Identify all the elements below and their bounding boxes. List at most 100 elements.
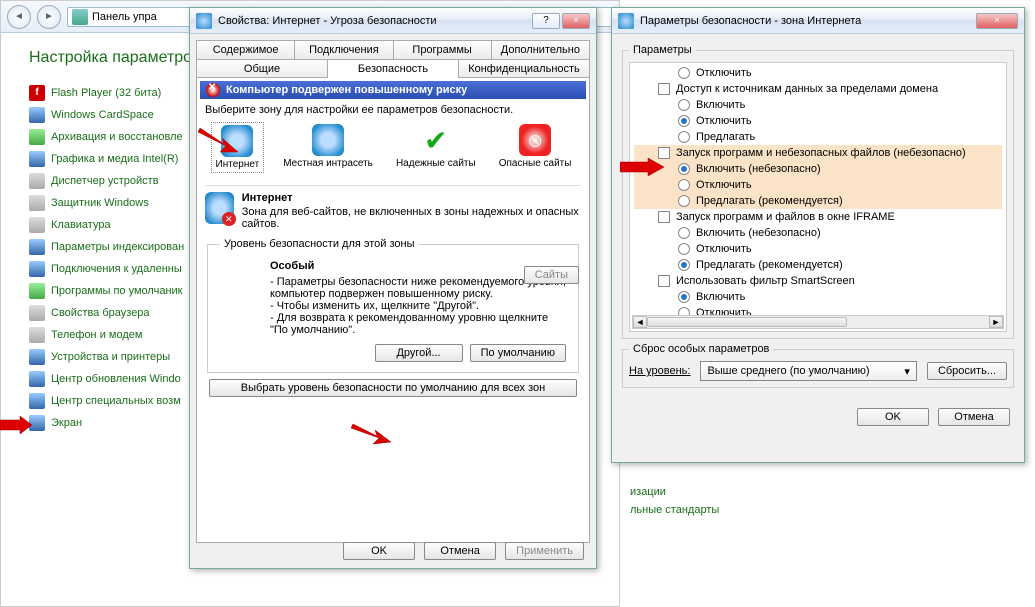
cp-item[interactable]: Подключения к удаленны — [29, 261, 201, 277]
scroll-left-icon[interactable]: ◄ — [633, 316, 647, 328]
zone-icon: ✔ — [420, 124, 452, 156]
risk-warning-bar: Компьютер подвержен повышенному риску — [200, 81, 586, 99]
zone-item[interactable]: ✔Надежные сайты — [392, 122, 480, 173]
setting-option[interactable]: Предлагать (рекомендуется) — [634, 257, 1002, 273]
scroll-thumb[interactable] — [647, 317, 847, 327]
default-level-button[interactable]: По умолчанию — [470, 344, 566, 362]
radio-icon[interactable] — [678, 115, 690, 127]
close-button[interactable]: × — [976, 13, 1018, 29]
reset-button[interactable]: Сбросить... — [927, 362, 1007, 380]
cp-item-icon — [29, 371, 45, 387]
footer-link-1[interactable]: изации — [630, 486, 719, 498]
checkbox-icon[interactable] — [658, 211, 670, 223]
setting-option[interactable]: Отключить — [634, 65, 1002, 81]
cancel-button[interactable]: Отмена — [938, 408, 1010, 426]
help-button[interactable]: ? — [532, 13, 560, 29]
dialog-title: Свойства: Интернет - Угроза безопасности — [218, 15, 532, 27]
radio-icon[interactable] — [678, 243, 690, 255]
radio-icon[interactable] — [678, 291, 690, 303]
setting-label: Отключить — [696, 113, 752, 129]
cp-item-icon — [29, 195, 45, 211]
cp-item-icon — [29, 129, 45, 145]
reset-level-combo[interactable]: Выше среднего (по умолчанию) ▾ — [700, 361, 917, 381]
custom-level-button[interactable]: Другой... — [375, 344, 463, 362]
tab[interactable]: Безопасность — [327, 59, 459, 78]
tab[interactable]: Программы — [393, 40, 492, 59]
cp-item[interactable]: Центр специальных возм — [29, 393, 201, 409]
checkbox-icon[interactable] — [658, 83, 670, 95]
cp-addr-icon — [72, 9, 88, 25]
horizontal-scrollbar[interactable]: ◄ ► — [632, 315, 1004, 329]
tab[interactable]: Дополнительно — [491, 40, 590, 59]
zone-item[interactable]: ⦸Опасные сайты — [495, 122, 576, 173]
tab[interactable]: Содержимое — [196, 40, 295, 59]
inet-icon — [196, 13, 212, 29]
setting-group[interactable]: Запуск программ и небезопасных файлов (н… — [634, 145, 1002, 161]
setting-option[interactable]: Предлагать — [634, 129, 1002, 145]
level-line-3: - Для возврата к рекомендованному уровню… — [270, 312, 566, 336]
tab[interactable]: Конфиденциальность — [458, 59, 590, 78]
radio-icon[interactable] — [678, 259, 690, 271]
cp-item[interactable]: Свойства браузера — [29, 305, 201, 321]
checkbox-icon[interactable] — [658, 147, 670, 159]
setting-option[interactable]: Включить (небезопасно) — [634, 161, 1002, 177]
setting-group[interactable]: Доступ к источникам данных за пределами … — [634, 81, 1002, 97]
radio-icon[interactable] — [678, 195, 690, 207]
cp-item[interactable]: Клавиатура — [29, 217, 201, 233]
cp-item[interactable]: Телефон и модем — [29, 327, 201, 343]
setting-option[interactable]: Отключить — [634, 241, 1002, 257]
radio-icon[interactable] — [678, 131, 690, 143]
radio-icon[interactable] — [678, 179, 690, 191]
cp-item[interactable]: Устройства и принтеры — [29, 349, 201, 365]
cancel-button[interactable]: Отмена — [424, 542, 496, 560]
ok-button[interactable]: OK — [343, 542, 415, 560]
apply-button[interactable]: Применить — [505, 542, 584, 560]
cp-item[interactable]: Защитник Windows — [29, 195, 201, 211]
reset-all-zones-button[interactable]: Выбрать уровень безопасности по умолчани… — [209, 379, 577, 397]
cp-item[interactable]: Windows CardSpace — [29, 107, 201, 123]
cp-item[interactable]: Диспетчер устройств — [29, 173, 201, 189]
setting-group[interactable]: Запуск программ и файлов в окне IFRAME — [634, 209, 1002, 225]
tab-panel-security: Компьютер подвержен повышенному риску Вы… — [196, 77, 590, 543]
dialog-titlebar[interactable]: Свойства: Интернет - Угроза безопасности… — [190, 8, 596, 34]
dialog-titlebar[interactable]: Параметры безопасности - зона Интернета … — [612, 8, 1024, 34]
setting-option[interactable]: Включить (небезопасно) — [634, 225, 1002, 241]
checkbox-icon[interactable] — [658, 275, 670, 287]
settings-tree[interactable]: ОтключитьДоступ к источникам данных за п… — [629, 62, 1007, 332]
setting-label: Отключить — [696, 241, 752, 257]
sites-button: Сайты — [524, 266, 579, 284]
level-name: Особый — [270, 260, 566, 272]
setting-option[interactable]: Отключить — [634, 113, 1002, 129]
radio-icon[interactable] — [678, 227, 690, 239]
close-button[interactable]: × — [562, 13, 590, 29]
radio-icon[interactable] — [678, 163, 690, 175]
setting-group[interactable]: Использовать фильтр SmartScreen — [634, 273, 1002, 289]
cp-item[interactable]: Графика и медиа Intel(R) — [29, 151, 201, 167]
footer-link-2[interactable]: льные стандарты — [630, 504, 719, 516]
zone-item[interactable]: Интернет — [211, 122, 265, 173]
setting-option[interactable]: Отключить — [634, 177, 1002, 193]
setting-option[interactable]: Включить — [634, 289, 1002, 305]
setting-option[interactable]: Включить — [634, 97, 1002, 113]
cp-item[interactable]: Экран — [29, 415, 201, 431]
ok-button[interactable]: OK — [857, 408, 929, 426]
forward-button-icon[interactable]: ► — [37, 5, 61, 29]
radio-icon[interactable] — [678, 67, 690, 79]
cp-item[interactable]: Параметры индексирован — [29, 239, 201, 255]
cp-item-icon — [29, 283, 45, 299]
zone-label: Местная интрасеть — [283, 158, 373, 169]
setting-label: Предлагать — [696, 129, 755, 145]
tab[interactable]: Подключения — [294, 40, 393, 59]
cp-item[interactable]: Центр обновления Windo — [29, 371, 201, 387]
cp-item[interactable]: Программы по умолчаник — [29, 283, 201, 299]
cp-item[interactable]: fFlash Player (32 бита) — [29, 85, 201, 101]
cp-item-label: Windows CardSpace — [51, 109, 154, 121]
radio-icon[interactable] — [678, 99, 690, 111]
tab[interactable]: Общие — [196, 59, 328, 78]
cp-heading: Настройка параметров — [29, 49, 201, 67]
back-button-icon[interactable]: ◄ — [7, 5, 31, 29]
zone-item[interactable]: Местная интрасеть — [279, 122, 377, 173]
setting-option[interactable]: Предлагать (рекомендуется) — [634, 193, 1002, 209]
scroll-right-icon[interactable]: ► — [989, 316, 1003, 328]
cp-item[interactable]: Архивация и восстановле — [29, 129, 201, 145]
